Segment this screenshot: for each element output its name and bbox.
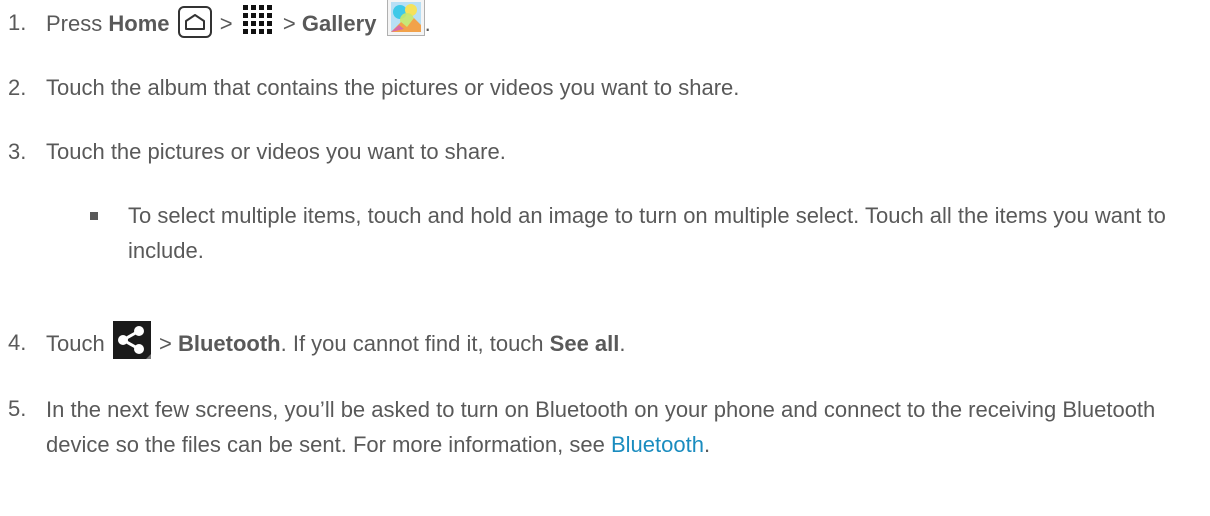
period: . [619,330,626,356]
bullet-text: To select multiple items, touch and hold… [128,203,1166,263]
step-text: Touch the pictures or videos you want to… [46,139,506,164]
press-label: Press [46,10,103,36]
period: . [703,432,711,457]
step-number: 1. [8,10,27,35]
separator: > [219,10,233,36]
period: . [424,10,431,36]
step-number: 3. [8,139,27,164]
step-text: . If you cannot find it, touch [280,330,544,356]
step-text: In the next few screens, you’ll be asked… [46,397,1156,457]
see-all-label: See all [549,330,620,356]
separator: > [158,330,172,356]
home-button-icon [177,6,212,38]
step-number: 4. [8,330,27,355]
share-icon [112,321,151,359]
gallery-app-icon [386,0,425,36]
home-label: Home [108,10,170,36]
step-number: 5. [8,396,27,421]
bluetooth-label: Bluetooth [177,330,281,356]
gallery-label: Gallery [301,10,377,36]
bluetooth-link[interactable]: Bluetooth [611,432,704,457]
step-text: Touch the album that contains the pictur… [46,75,740,100]
step-number: 2. [8,75,27,100]
touch-label: Touch [46,330,105,356]
bullet-marker [90,212,98,220]
separator: > [282,10,296,36]
apps-grid-icon [241,3,275,35]
